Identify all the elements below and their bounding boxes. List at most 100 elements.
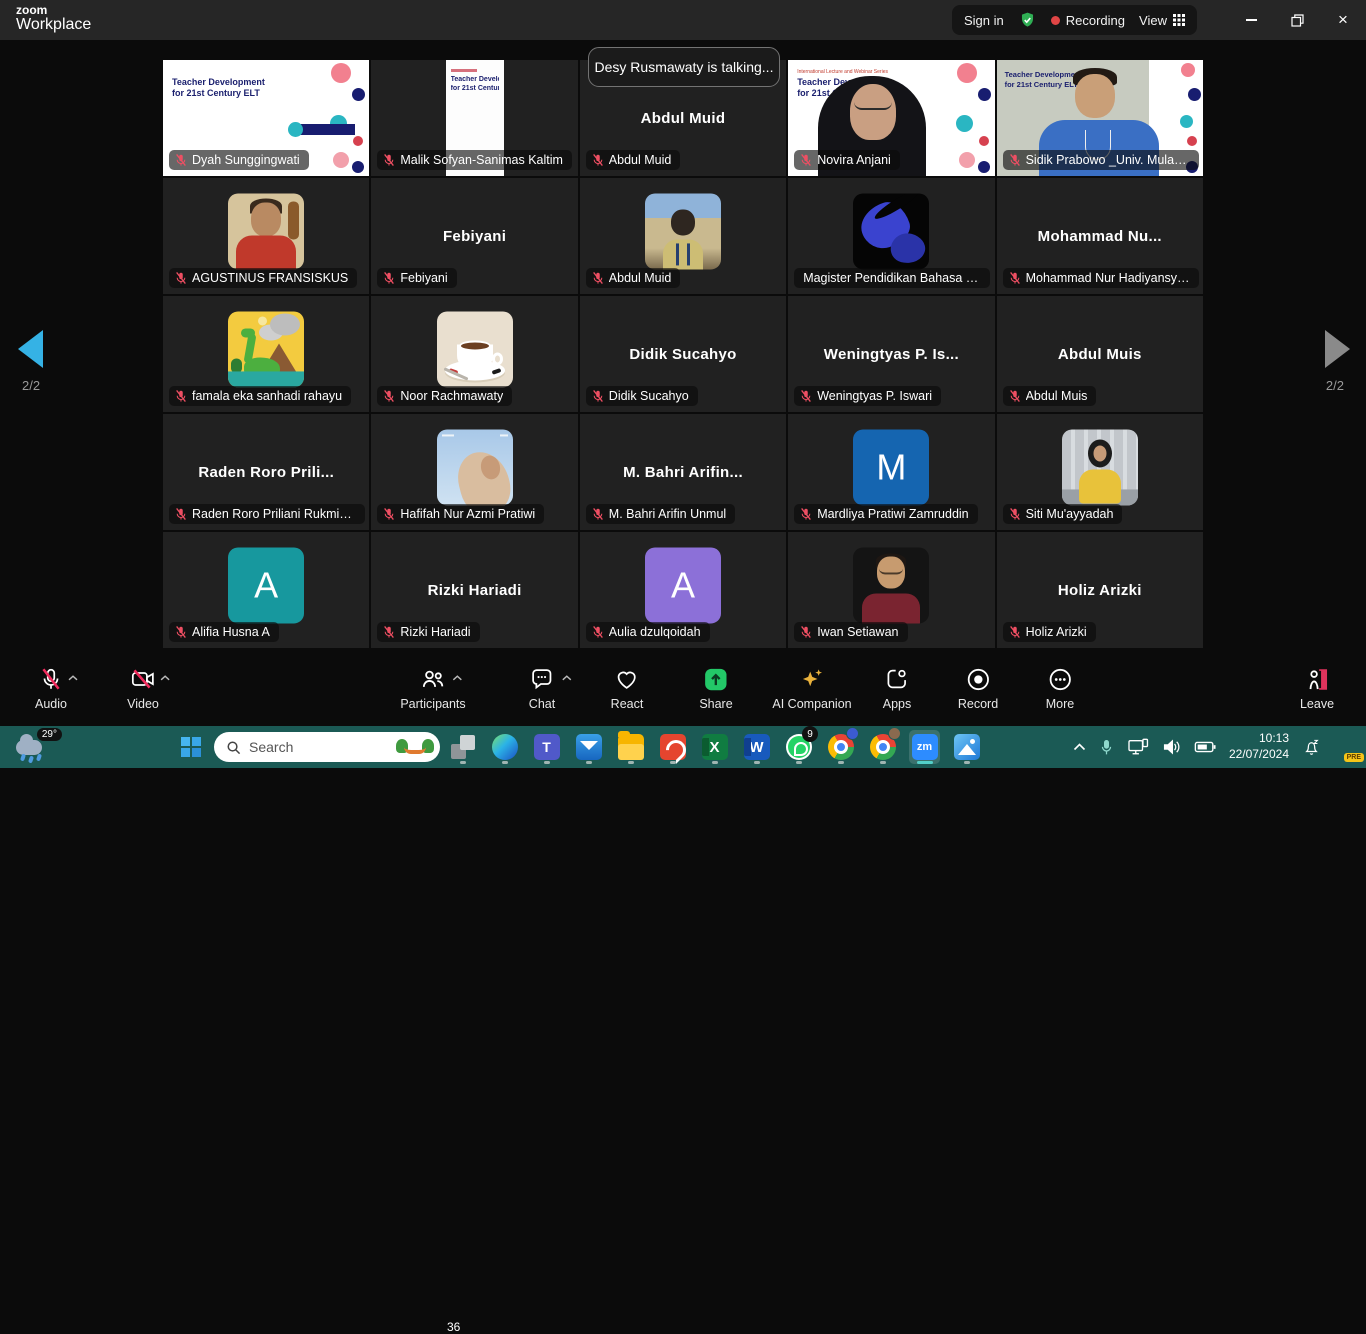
tray-cast-display-icon[interactable] (1127, 738, 1149, 756)
participant-tile[interactable]: Hafifah Nur Azmi Pratiwi (371, 414, 577, 530)
participant-tile[interactable]: A Aulia dzulqoidah (580, 532, 786, 648)
chat-options-chevron[interactable] (562, 675, 572, 681)
name-label: Mardliya Pratiwi Zamruddin (794, 504, 977, 524)
name-label: Magister Pendidikan Bahasa Ing... (794, 268, 990, 288)
pdf-app-icon[interactable] (657, 730, 688, 764)
whatsapp-app-icon[interactable]: 9 (783, 730, 814, 764)
notification-bell-dnd-icon[interactable] (1302, 738, 1321, 757)
search-highlight-art[interactable] (396, 735, 434, 759)
security-shield-icon[interactable] (1018, 11, 1037, 30)
tray-speaker-icon[interactable] (1162, 739, 1181, 755)
participant-tile[interactable]: Didik Sucahyo Didik Sucahyo (580, 296, 786, 412)
participant-tile[interactable]: Abdul Muid (580, 178, 786, 294)
muted-mic-icon (591, 153, 605, 167)
muted-mic-icon (591, 507, 605, 521)
participant-tile[interactable]: M. Bahri Arifin... M. Bahri Arifin Unmul (580, 414, 786, 530)
more-ellipsis-icon (1046, 665, 1073, 693)
muted-mic-icon (174, 507, 188, 521)
name-label: Rizki Hariadi (377, 622, 479, 642)
view-grid-icon (1173, 14, 1185, 26)
participant-tile[interactable]: famala eka sanhadi rahayu (163, 296, 369, 412)
name-label: Aulia dzulqoidah (586, 622, 710, 642)
participant-tile[interactable]: Weningtyas P. Is... Weningtyas P. Iswari (788, 296, 994, 412)
participant-tile[interactable]: A Alifia Husna A (163, 532, 369, 648)
photos-app-icon[interactable] (951, 730, 982, 764)
ai-companion-button[interactable]: AI Companion (772, 665, 851, 711)
restore-button[interactable] (1274, 0, 1320, 40)
chrome-app-icon[interactable] (825, 730, 856, 764)
edge-app-icon[interactable] (489, 730, 520, 764)
gallery-prev-arrow[interactable] (18, 330, 43, 368)
tray-date: 22/07/2024 (1229, 747, 1289, 763)
name-label: Raden Roro Priliani Rukmiyanti (169, 504, 365, 524)
record-button[interactable]: Record (958, 665, 998, 711)
tray-battery-icon[interactable] (1194, 740, 1216, 754)
logo-zoom: zoom (16, 4, 91, 16)
participant-tile[interactable]: Teacher Development for 21st Century ELT… (163, 60, 369, 176)
participant-tile[interactable]: Febiyani Febiyani (371, 178, 577, 294)
excel-app-icon[interactable]: X (699, 730, 730, 764)
participant-tile[interactable]: Raden Roro Prili... Raden Roro Priliani … (163, 414, 369, 530)
chat-icon (529, 665, 555, 693)
participants-options-chevron[interactable] (452, 675, 462, 681)
chat-button[interactable]: Chat (529, 665, 555, 711)
participant-tile[interactable]: International Lecture and Webinar Series… (788, 60, 994, 176)
video-button[interactable]: Video (127, 665, 159, 711)
audio-button[interactable]: Audio (35, 665, 67, 711)
muted-mic-icon (174, 625, 188, 639)
participant-tile[interactable]: Mohammad Nu... Mohammad Nur Hadiyansyah (997, 178, 1203, 294)
start-button[interactable] (181, 737, 201, 757)
react-button[interactable]: React (611, 665, 644, 711)
participant-tile[interactable]: Holiz Arizki Holiz Arizki (997, 532, 1203, 648)
participant-tile[interactable]: Rizki Hariadi Rizki Hariadi (371, 532, 577, 648)
name-label: Hafifah Nur Azmi Pratiwi (377, 504, 544, 524)
leave-door-icon (1304, 665, 1331, 693)
system-tray: 10:13 22/07/2024 PRE (1073, 726, 1358, 768)
participant-tile[interactable]: Teacher Development for 21st Century ELT… (997, 60, 1203, 176)
minimize-button[interactable] (1228, 0, 1274, 40)
participant-tile[interactable]: Noor Rachmawaty (371, 296, 577, 412)
tray-chevron-up-icon[interactable] (1073, 743, 1086, 751)
muted-mic-icon (382, 507, 396, 521)
sign-in-button[interactable]: Sign in (964, 13, 1004, 28)
share-button[interactable]: Share (699, 665, 732, 711)
participant-tile[interactable]: Teacher Development for 21st Century ELT… (371, 60, 577, 176)
mail-app-icon[interactable] (573, 730, 604, 764)
participants-button[interactable]: Participants (400, 665, 465, 711)
close-button[interactable]: × (1320, 0, 1366, 40)
copilot-icon[interactable]: PRE (1334, 735, 1358, 759)
participant-tile[interactable]: Siti Mu'ayyadah (997, 414, 1203, 530)
teams-app-icon[interactable]: T (531, 730, 562, 764)
tray-microphone-icon[interactable] (1099, 739, 1114, 756)
profile-photo-avatar (645, 193, 721, 269)
word-app-icon[interactable]: W (741, 730, 772, 764)
participant-tile[interactable]: Iwan Setiawan (788, 532, 994, 648)
search-box[interactable]: Search (214, 732, 440, 762)
file-explorer-icon[interactable] (615, 730, 646, 764)
video-options-chevron[interactable] (160, 675, 170, 681)
taskbar-clock[interactable]: 10:13 22/07/2024 (1229, 731, 1289, 762)
weather-widget[interactable]: 29° (16, 732, 60, 762)
leave-button[interactable]: Leave (1300, 665, 1334, 711)
mic-muted-icon (38, 665, 64, 693)
profile-photo-avatar (853, 547, 929, 623)
initial-avatar: M (853, 429, 929, 505)
participant-tile[interactable]: Magister Pendidikan Bahasa Ing... (788, 178, 994, 294)
chrome-profile2-app-icon[interactable] (867, 730, 898, 764)
more-button[interactable]: More (1046, 665, 1074, 711)
view-button[interactable]: View (1139, 13, 1185, 28)
taskbar-app-icons: T X W 9 zm (447, 730, 982, 764)
gallery-next-arrow[interactable] (1325, 330, 1350, 368)
participant-tile[interactable]: Abdul Muis Abdul Muis (997, 296, 1203, 412)
participant-tile[interactable]: M Mardliya Pratiwi Zamruddin (788, 414, 994, 530)
search-icon (226, 740, 241, 755)
participant-tile[interactable]: AGUSTINUS FRANSISKUS (163, 178, 369, 294)
muted-mic-icon (174, 271, 188, 285)
name-label: Abdul Muid (586, 268, 681, 288)
rain-cloud-icon (16, 740, 42, 755)
task-view-button[interactable] (447, 730, 478, 764)
zoom-app-icon[interactable]: zm (909, 730, 940, 764)
apps-button[interactable]: Apps (883, 665, 912, 711)
audio-options-chevron[interactable] (68, 675, 78, 681)
zoom-workplace-logo: zoom Workplace (16, 4, 91, 33)
